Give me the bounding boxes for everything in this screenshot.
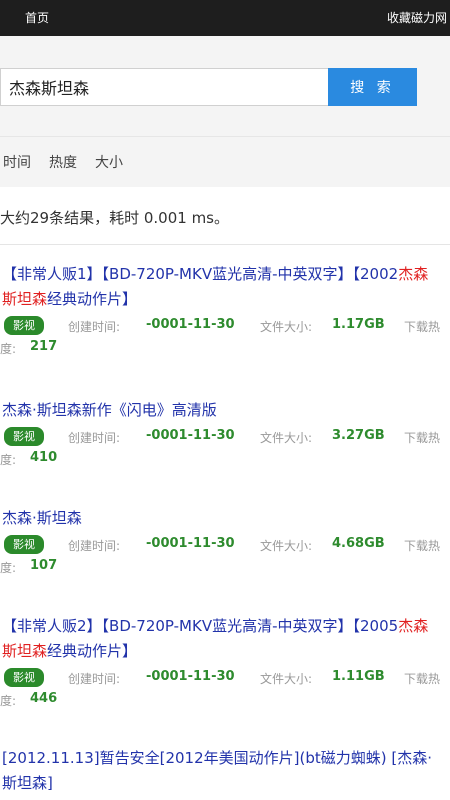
result-meta: 影视 创建时间: -0001-11-30 文件大小: 4.68GB 下载热 (0, 535, 450, 557)
nav-favorite-link[interactable]: 收藏磁力网 (387, 9, 447, 26)
top-nav-bar: 首页 收藏磁力网 (0, 0, 450, 36)
category-badge[interactable]: 影视 (4, 316, 44, 335)
size-value: 4.68GB (332, 536, 385, 551)
heat-value: 217 (30, 339, 58, 354)
size-label: 文件大小: (260, 320, 313, 334)
result-item: 【非常人贩2】【BD-720P-MKV蓝光高清-中英双字】【2005杰森斯坦森经… (0, 614, 450, 710)
result-item: 【非常人贩1】【BD-720P-MKV蓝光高清-中英双字】【2002杰森斯坦森经… (0, 262, 450, 358)
size-label: 文件大小: (260, 431, 313, 445)
heat-label-cont: 度: (0, 342, 17, 356)
search-button[interactable]: 搜 索 (328, 68, 417, 106)
search-input[interactable] (0, 68, 328, 106)
sort-by-size[interactable]: 大小 (95, 152, 123, 172)
result-heat: 度: 217 (0, 338, 450, 358)
result-title-link[interactable]: 杰森·斯坦森新作《闪电》高清版 (2, 398, 442, 423)
result-item: 杰森·斯坦森 影视 创建时间: -0001-11-30 文件大小: 4.68GB… (0, 506, 450, 577)
result-title-link[interactable]: [2012.11.13]暂告安全[2012年美国动作片](bt磁力蜘蛛) [杰森… (2, 746, 442, 796)
result-title-text: 杰森·斯坦森 (2, 509, 82, 527)
size-value: 1.11GB (332, 669, 385, 684)
result-title-text: 【非常人贩1】【BD-720P-MKV蓝光高清-中英双字】【2002 (2, 265, 399, 283)
heat-label-cont: 度: (0, 453, 17, 467)
created-value: -0001-11-30 (146, 317, 235, 332)
size-label: 文件大小: (260, 539, 313, 553)
result-item: [2012.11.13]暂告安全[2012年美国动作片](bt磁力蜘蛛) [杰森… (0, 746, 450, 796)
size-label: 文件大小: (260, 672, 313, 686)
result-summary: 大约29条结果，耗时 0.001 ms。 (0, 209, 229, 227)
result-title-text: [2012.11.13]暂告安全[2012年美国动作片](bt磁力蜘蛛) [杰森… (2, 749, 432, 792)
heat-label: 下载热 (404, 431, 441, 445)
result-title-link[interactable]: 【非常人贩2】【BD-720P-MKV蓝光高清-中英双字】【2005杰森斯坦森经… (2, 614, 442, 664)
sort-bar: 时间 热度 大小 (0, 136, 450, 187)
size-value: 3.27GB (332, 428, 385, 443)
result-heat: 度: 410 (0, 449, 450, 469)
heat-label: 下载热 (404, 320, 441, 334)
result-heat: 度: 446 (0, 690, 450, 710)
result-heat: 度: 107 (0, 557, 450, 577)
result-title-link[interactable]: 【非常人贩1】【BD-720P-MKV蓝光高清-中英双字】【2002杰森斯坦森经… (2, 262, 442, 312)
heat-value: 410 (30, 450, 58, 465)
result-meta: 影视 创建时间: -0001-11-30 文件大小: 1.17GB 下载热 (0, 316, 450, 338)
search-area: 搜 索 (0, 36, 450, 136)
result-title-link[interactable]: 杰森·斯坦森 (2, 506, 442, 531)
created-label: 创建时间: (68, 431, 121, 445)
category-badge[interactable]: 影视 (4, 535, 44, 554)
heat-value: 107 (30, 558, 58, 573)
created-label: 创建时间: (68, 320, 121, 334)
created-value: -0001-11-30 (146, 428, 235, 443)
size-value: 1.17GB (332, 317, 385, 332)
created-label: 创建时间: (68, 539, 121, 553)
result-title-text: 经典动作片】 (47, 642, 138, 660)
category-badge[interactable]: 影视 (4, 668, 44, 687)
divider (0, 244, 450, 245)
created-label: 创建时间: (68, 672, 121, 686)
result-item: 杰森·斯坦森新作《闪电》高清版 影视 创建时间: -0001-11-30 文件大… (0, 398, 450, 469)
heat-label: 下载热 (404, 672, 441, 686)
heat-value: 446 (30, 691, 58, 706)
result-title-text: 【非常人贩2】【BD-720P-MKV蓝光高清-中英双字】【2005 (2, 617, 399, 635)
created-value: -0001-11-30 (146, 536, 235, 551)
sort-by-heat[interactable]: 热度 (49, 152, 77, 172)
result-meta: 影视 创建时间: -0001-11-30 文件大小: 1.11GB 下载热 (0, 668, 450, 690)
result-title-text: 经典动作片】 (47, 290, 138, 308)
category-badge[interactable]: 影视 (4, 427, 44, 446)
heat-label: 下载热 (404, 539, 441, 553)
created-value: -0001-11-30 (146, 669, 235, 684)
result-meta: 影视 创建时间: -0001-11-30 文件大小: 3.27GB 下载热 (0, 427, 450, 449)
heat-label-cont: 度: (0, 561, 17, 575)
heat-label-cont: 度: (0, 694, 17, 708)
result-title-text: 杰森·斯坦森新作《闪电》高清版 (2, 401, 217, 419)
nav-home-link[interactable]: 首页 (25, 9, 49, 26)
sort-by-time[interactable]: 时间 (3, 152, 31, 172)
